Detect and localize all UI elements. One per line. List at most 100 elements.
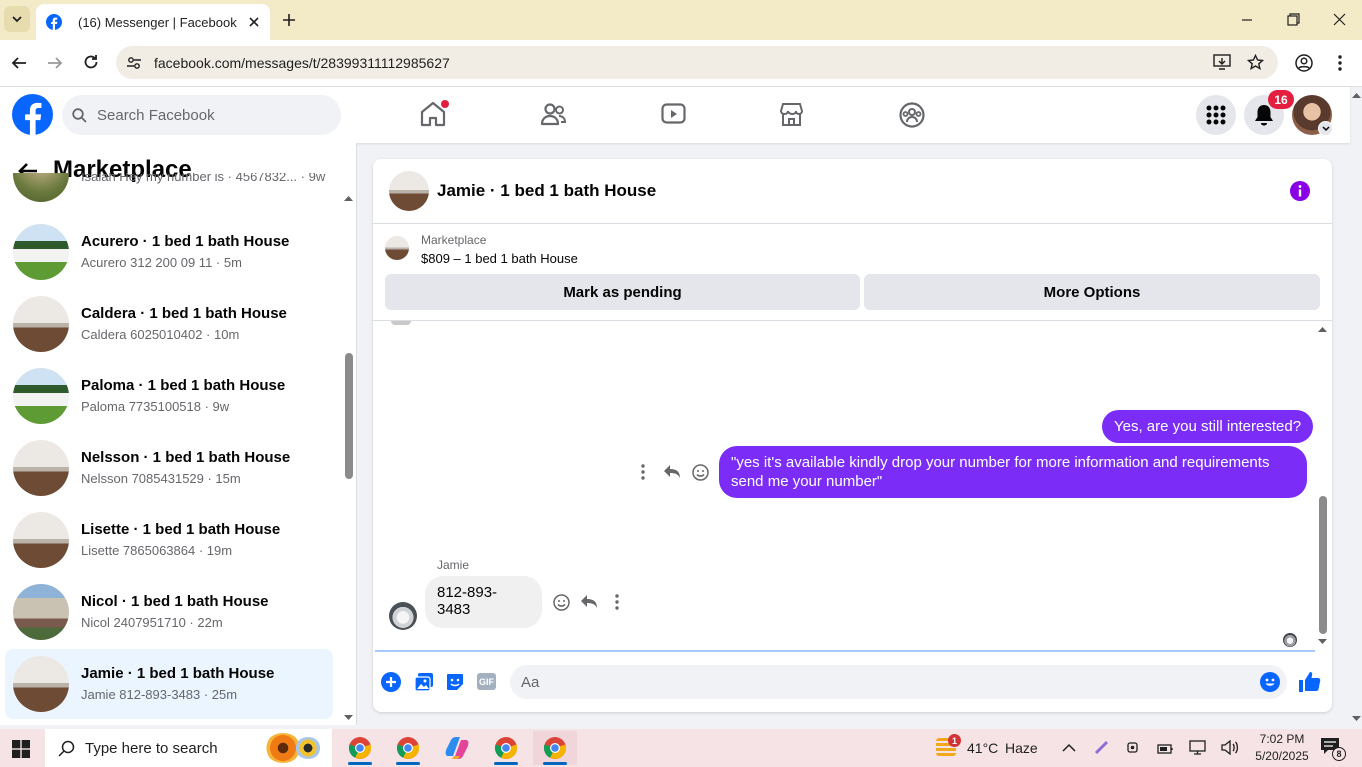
outgoing-message[interactable]: "yes it's available kindly drop your num… xyxy=(719,446,1307,498)
photo-icon[interactable] xyxy=(414,672,434,692)
video-icon[interactable] xyxy=(661,103,686,125)
info-icon[interactable] xyxy=(1290,181,1310,201)
clock-time: 7:02 PM xyxy=(1259,732,1305,746)
listing-price[interactable]: $809 – 1 bed 1 bath House xyxy=(421,251,578,266)
nav-home[interactable] xyxy=(420,100,449,128)
house-exterior-thumbnail xyxy=(13,584,69,640)
tab-search-button[interactable] xyxy=(4,6,30,32)
scroll-down-arrow-icon[interactable] xyxy=(344,715,353,721)
more-options-button[interactable]: More Options xyxy=(864,274,1320,310)
conversation-item-nicol[interactable]: Nicol · 1 bed 1 bath House Nicol 24079517… xyxy=(5,577,333,647)
tray-chevron-up-icon[interactable] xyxy=(1062,743,1076,752)
chat-header-avatar[interactable] xyxy=(389,171,429,211)
friends-icon[interactable] xyxy=(540,102,567,126)
back-arrow-icon[interactable] xyxy=(11,55,27,71)
marketplace-icon[interactable] xyxy=(779,102,804,127)
reload-icon[interactable] xyxy=(83,54,99,70)
conversation-item-caldera[interactable]: Caldera · 1 bed 1 bath House Caldera 6025… xyxy=(5,289,333,359)
volume-icon[interactable] xyxy=(1221,740,1239,755)
conversation-title: Paloma · 1 bed 1 bath House xyxy=(81,377,286,394)
conversation-preview: Caldera 6025010402 · 10m xyxy=(81,327,240,342)
thumbs-up-icon[interactable] xyxy=(1298,670,1321,693)
windows-start-icon[interactable] xyxy=(12,740,30,758)
grid-menu-icon xyxy=(1206,105,1226,125)
taskbar-clock[interactable]: 7:02 PM 5/20/2025 xyxy=(1250,731,1314,765)
conversation-item-nelsson[interactable]: Nelsson · 1 bed 1 bath House Nelsson 7085… xyxy=(5,433,333,503)
taskbar-chrome-3[interactable] xyxy=(484,731,528,765)
cutoff-message-remnant xyxy=(391,321,411,325)
account-chevron[interactable] xyxy=(1318,121,1333,136)
browser-tab-active[interactable]: (16) Messenger | Facebook xyxy=(36,4,270,40)
seen-avatar xyxy=(1283,633,1297,647)
outgoing-message[interactable]: Yes, are you still interested? xyxy=(1102,410,1314,443)
notification-center-button[interactable]: 8 xyxy=(1320,737,1346,761)
house-interior-thumbnail xyxy=(13,512,69,568)
scroll-up-arrow-icon[interactable] xyxy=(1318,326,1327,332)
gif-icon[interactable]: GIF xyxy=(477,673,496,690)
window-close-icon[interactable] xyxy=(1333,13,1346,26)
scroll-up-arrow-icon[interactable] xyxy=(344,195,353,201)
browser-menu-icon[interactable] xyxy=(1337,54,1343,72)
incoming-message[interactable]: 812-893-3483 xyxy=(425,576,542,628)
new-tab-plus-icon[interactable] xyxy=(281,12,297,28)
notification-badge: 16 xyxy=(1268,90,1294,109)
taskbar-copilot[interactable] xyxy=(435,731,479,765)
message-input[interactable]: Aa xyxy=(510,665,1287,699)
conversation-item-jamie[interactable]: Jamie · 1 bed 1 bath House Jamie 812-893-… xyxy=(5,649,333,719)
restore-icon[interactable] xyxy=(1287,13,1300,26)
conversation-sub: Isaiah Hey my number is · 4567832... · 9… xyxy=(81,173,326,184)
search-highlight-bee-icon xyxy=(295,737,321,759)
battery-network-icon[interactable] xyxy=(1157,741,1174,755)
conversation-item-lisette[interactable]: Lisette · 1 bed 1 bath House Lisette 7865… xyxy=(5,505,333,575)
listing-label: Marketplace xyxy=(421,233,487,247)
url-bar[interactable]: facebook.com/messages/t/2839931111298562… xyxy=(116,46,1278,79)
react-emoji-icon[interactable] xyxy=(553,594,570,611)
conversation-title: Acurero · 1 bed 1 bath House xyxy=(81,233,290,250)
search-placeholder: Search Facebook xyxy=(97,106,215,124)
plus-circle-icon[interactable] xyxy=(381,672,401,692)
install-app-icon[interactable] xyxy=(1213,54,1231,71)
facebook-search-input[interactable]: Search Facebook xyxy=(62,95,341,135)
conversation-preview: Acurero 312 200 09 11 · 5m xyxy=(81,255,242,270)
minimize-icon[interactable] xyxy=(1241,14,1253,26)
chat-title[interactable]: Jamie · 1 bed 1 bath House xyxy=(437,181,656,201)
facebook-logo-icon[interactable] xyxy=(12,94,53,135)
close-icon[interactable] xyxy=(248,16,260,28)
thread-scrollbar-thumb[interactable] xyxy=(1319,496,1327,634)
more-vertical-icon[interactable] xyxy=(615,594,619,610)
conversation-item-partial[interactable]: Isaiah Hey my number is · 4567832... · 9… xyxy=(5,173,333,209)
listing-thumbnail[interactable] xyxy=(385,236,409,260)
facebook-favicon-icon xyxy=(46,14,62,30)
site-info-icon[interactable] xyxy=(126,55,142,71)
notification-center-count: 8 xyxy=(1332,747,1346,761)
network-icon[interactable] xyxy=(1189,740,1206,755)
weather-widget[interactable]: 1 41°C Haze xyxy=(934,732,1044,764)
react-emoji-icon[interactable] xyxy=(692,464,709,481)
page-scroll-down-icon[interactable] xyxy=(1352,716,1361,722)
forward-arrow-icon[interactable] xyxy=(47,55,63,71)
taskbar-chrome-2[interactable] xyxy=(386,731,430,765)
mark-as-pending-button[interactable]: Mark as pending xyxy=(385,274,860,310)
reply-icon[interactable] xyxy=(580,594,598,610)
meet-now-icon[interactable] xyxy=(1126,740,1141,755)
profile-icon[interactable] xyxy=(1295,54,1313,72)
emoji-icon[interactable] xyxy=(1260,672,1280,692)
sender-avatar[interactable] xyxy=(389,602,417,630)
taskbar-chrome-1[interactable] xyxy=(338,731,382,765)
taskbar-search[interactable]: Type here to search xyxy=(45,729,332,767)
more-vertical-icon[interactable] xyxy=(641,464,645,480)
house-interior-thumbnail xyxy=(13,296,69,352)
groups-icon[interactable] xyxy=(899,102,925,128)
menu-button[interactable] xyxy=(1196,95,1236,135)
reply-icon[interactable] xyxy=(663,464,681,480)
bookmark-star-icon[interactable] xyxy=(1247,54,1264,71)
conversation-preview: Paloma 7735100518 · 9w xyxy=(81,399,230,414)
page-scroll-up-icon[interactable] xyxy=(1352,92,1361,98)
sticker-icon[interactable] xyxy=(445,672,465,692)
conversation-item-acurero[interactable]: Acurero · 1 bed 1 bath House Acurero 312 … xyxy=(5,217,333,287)
scroll-down-arrow-icon[interactable] xyxy=(1318,639,1327,645)
conversation-item-paloma[interactable]: Paloma · 1 bed 1 bath House Paloma 773510… xyxy=(5,361,333,431)
sidebar-scrollbar-thumb[interactable] xyxy=(345,353,353,479)
pen-icon[interactable] xyxy=(1094,739,1110,755)
taskbar-chrome-4-active[interactable] xyxy=(533,731,577,765)
